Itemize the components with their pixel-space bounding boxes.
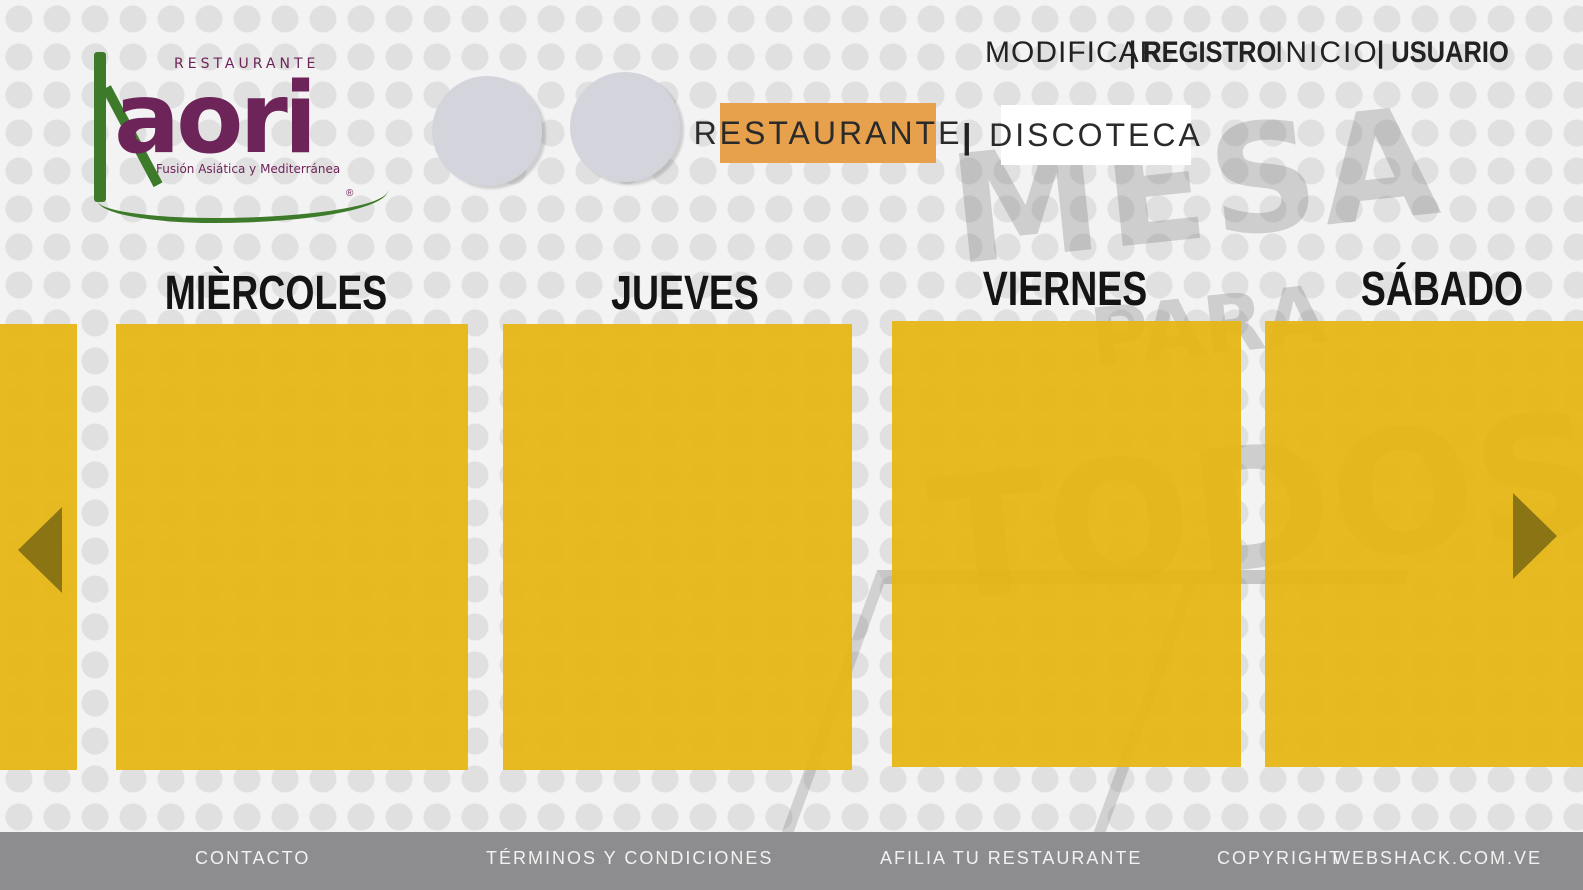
day-panel-jueves[interactable] [503,324,852,770]
footer-afilia-link[interactable]: AFILIA TU RESTAURANTE [880,848,1142,869]
carousel-next-arrow-icon[interactable] [1513,493,1557,579]
nav-registro[interactable]: | REGISTRO [1129,36,1276,70]
footer-bar: CONTACTO TÉRMINOS Y CONDICIONES AFILIA T… [0,832,1583,890]
mode-separator: | [962,118,972,156]
day-title-jueves: JUEVES [611,267,759,320]
discoteca-button[interactable]: DISCOTECA [989,105,1200,165]
logo-brand-text: aori [114,62,317,176]
day-title-miercoles: MIÈRCOLES [164,267,388,320]
day-panel-miercoles[interactable] [116,324,468,770]
registered-mark: ® [346,188,354,199]
footer-copyright: COPYRIGHT [1217,848,1343,868]
kaori-logo[interactable]: RESTAURANTE aori Fusión Asiática y Medit… [88,50,388,223]
social-circle-1[interactable] [432,76,542,186]
nav-usuario[interactable]: | USUARIO [1377,36,1509,70]
logo-swoosh [98,168,388,223]
carousel-prev-arrow-icon[interactable] [18,507,62,593]
day-panel-viernes[interactable] [892,321,1241,767]
footer-terminos-link[interactable]: TÉRMINOS Y CONDICIONES [486,848,773,869]
day-title-sabado: SÁBADO [1360,263,1524,316]
day-title-viernes: VIERNES [982,263,1148,316]
restaurante-button[interactable]: RESTAURANTE [694,103,959,163]
social-circle-2[interactable] [570,72,680,182]
footer-contacto-link[interactable]: CONTACTO [195,848,310,869]
footer-webshack-link[interactable]: WEBSHACK.COM.VE [1333,848,1542,869]
nav-inicio[interactable]: INICIO [1275,36,1379,70]
